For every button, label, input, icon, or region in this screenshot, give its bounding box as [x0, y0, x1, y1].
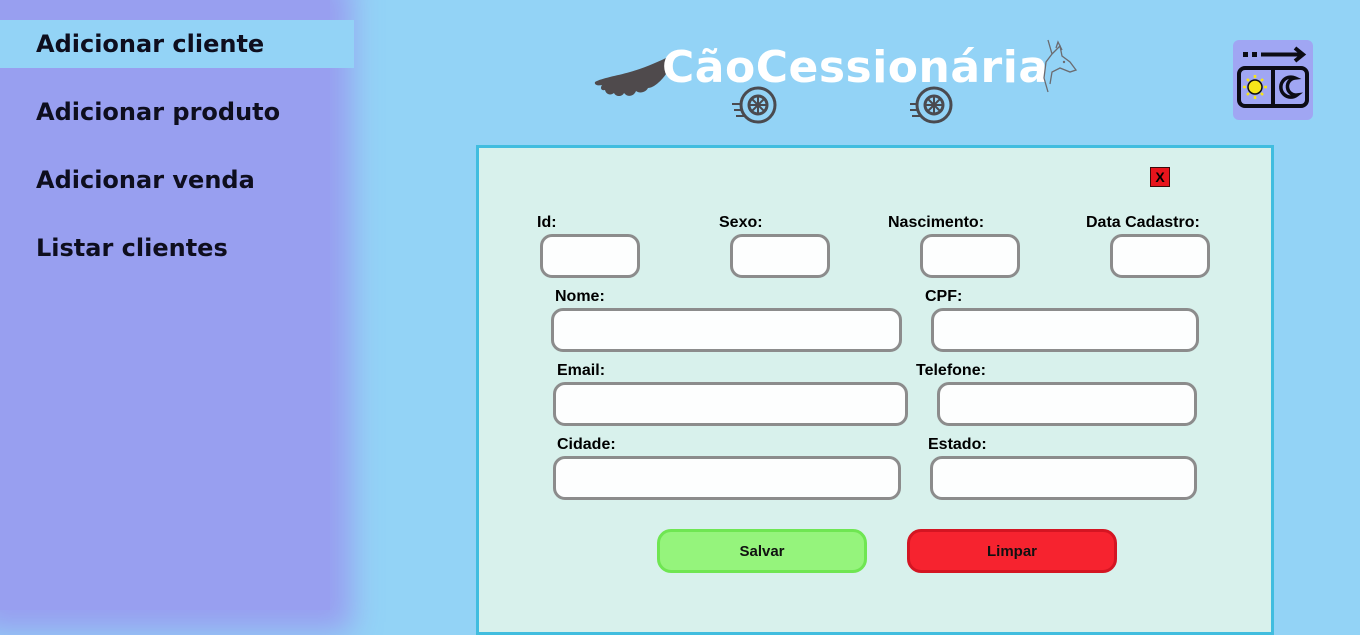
sun-icon: [1243, 75, 1267, 99]
close-button[interactable]: X: [1150, 167, 1170, 187]
sidebar-item-adicionar-venda[interactable]: Adicionar venda: [0, 156, 354, 204]
sidebar-item-adicionar-produto[interactable]: Adicionar produto: [0, 88, 354, 136]
telefone-field[interactable]: [937, 382, 1197, 426]
cpf-field[interactable]: [931, 308, 1199, 352]
email-field[interactable]: [553, 382, 908, 426]
cidade-field[interactable]: [553, 456, 901, 500]
sidebar-item-listar-clientes[interactable]: Listar clientes: [0, 224, 354, 272]
estado-field[interactable]: [930, 456, 1197, 500]
nascimento-field[interactable]: [920, 234, 1020, 278]
theme-toggle-button[interactable]: [1233, 40, 1313, 120]
cpf-label: CPF:: [925, 288, 963, 305]
sexo-label: Sexo:: [719, 214, 763, 231]
id-field[interactable]: [540, 234, 640, 278]
cidade-label: Cidade:: [557, 436, 616, 453]
tail-icon: [594, 56, 671, 96]
wheel-icon: [732, 86, 777, 124]
clear-button[interactable]: Limpar: [907, 529, 1117, 573]
nome-field[interactable]: [551, 308, 902, 352]
estado-label: Estado:: [928, 436, 987, 453]
data-cadastro-field[interactable]: [1110, 234, 1210, 278]
telefone-label: Telefone:: [916, 362, 986, 379]
arrow-right-icon: [1243, 46, 1307, 63]
wheel-icon: [910, 86, 953, 124]
id-label: Id:: [537, 214, 557, 231]
dog-head-icon: [1043, 39, 1078, 93]
logo-text: CãoCessionária: [662, 42, 1049, 93]
nascimento-label: Nascimento:: [888, 214, 985, 231]
email-label: Email:: [557, 362, 606, 379]
nome-label: Nome:: [555, 288, 605, 305]
save-button[interactable]: Salvar: [657, 529, 867, 573]
sexo-field[interactable]: [730, 234, 830, 278]
sidebar-item-adicionar-cliente[interactable]: Adicionar cliente: [0, 20, 354, 68]
moon-icon: [1279, 75, 1304, 99]
data-cadastro-label: Data Cadastro:: [1086, 214, 1200, 231]
